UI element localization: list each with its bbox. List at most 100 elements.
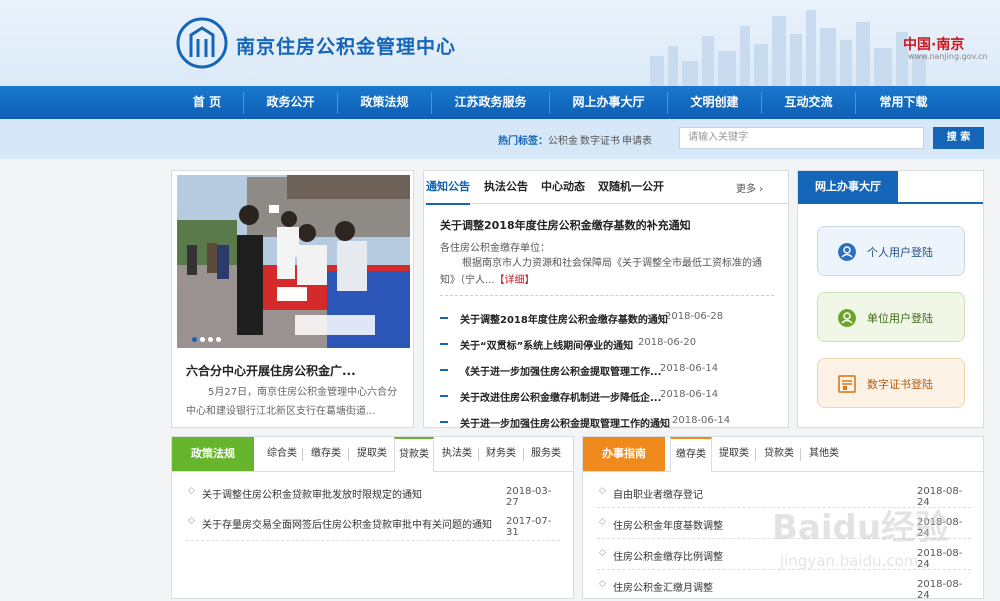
nanjing-gov-url: www.nanjing.gov.cn (908, 52, 988, 61)
notice-item[interactable]: 关于调整2018年度住房公积金缴存基数的通知 2018-06-28 (440, 309, 780, 327)
detail-link[interactable]: 【详细】 (495, 275, 535, 286)
personal-login-label: 个人用户登陆 (867, 246, 933, 259)
policy-item-date: 2017-07-31 (506, 516, 552, 538)
notice-item[interactable]: 关于“双贯标”系统上线期间停业的通知 2018-06-20 (440, 335, 780, 353)
policy-tab-enforcement[interactable]: 执法类 (442, 437, 472, 471)
search-input[interactable]: 请输入关键字 (679, 127, 924, 149)
featured-notice-recipient: 各住房公积金缴存单位： (440, 243, 550, 254)
carousel-dot[interactable] (208, 337, 213, 342)
policy-item-date: 2018-03-27 (506, 486, 552, 508)
personal-login-button[interactable]: 个人用户登陆 (817, 226, 965, 276)
policy-tab-loan[interactable]: 贷款类 (394, 437, 434, 472)
online-hall-panel: 网上办事大厅 个人用户登陆 单位用户登陆 数字证书登陆 (797, 170, 984, 428)
carousel-headline[interactable]: 六合分中心开展住房公积金广... (186, 362, 406, 379)
guide-tab-other[interactable]: 其他类 (809, 437, 839, 471)
hot-tag-gongjijin[interactable]: 公积金 (548, 132, 578, 147)
nav-item-interaction[interactable]: 互动交流 (762, 86, 855, 119)
user-icon (838, 243, 856, 261)
policy-item-title[interactable]: 关于调整住房公积金贷款审批发放时限规定的通知 (202, 486, 422, 501)
notice-tabs: 通知公告 执法公告 中心动态 双随机一公开 更多 › (424, 171, 788, 205)
news-photo[interactable] (177, 175, 410, 348)
notice-item[interactable]: 《关于进一步加强住房公积金提取管理工作... 2018-06-14 (440, 361, 780, 379)
guide-tab-withdraw[interactable]: 提取类 (719, 437, 749, 471)
diamond-icon: ◇ (599, 579, 606, 589)
policy-tab-bar: 政策法规 综合类 缴存类 提取类 贷款类 执法类 财务类 服务类 (172, 437, 573, 472)
guide-item[interactable]: ◇ 自由职业者缴存登记 2018-08-24 (599, 484, 973, 508)
guide-item[interactable]: ◇ 住房公积金汇缴月调整 2018-08-24 (599, 577, 973, 601)
policy-tab-withdraw[interactable]: 提取类 (357, 437, 387, 471)
policy-tab-deposit[interactable]: 缴存类 (311, 437, 341, 471)
nav-item-civilization[interactable]: 文明创建 (668, 86, 761, 119)
diamond-icon: ◇ (188, 486, 195, 496)
guide-item-title[interactable]: 住房公积金汇缴月调整 (613, 579, 713, 594)
carousel-dot-active[interactable] (192, 337, 197, 342)
guide-item-date: 2018-08-24 (917, 579, 963, 601)
nav-item-downloads[interactable]: 常用下载 (856, 86, 951, 119)
guide-tab-deposit[interactable]: 缴存类 (670, 437, 712, 472)
carousel-dot[interactable] (200, 337, 205, 342)
carousel-summary: 5月27日，南京住房公积金管理中心六合分中心和建设银行江北新区支行在葛塘街道..… (186, 387, 398, 417)
site-title[interactable]: 南京住房公积金管理中心 (236, 32, 456, 59)
notice-item-title[interactable]: 关于调整2018年度住房公积金缴存基数的通知 (460, 311, 668, 326)
notice-item-title[interactable]: 关于进一步加强住房公积金提取管理工作的通知 (460, 415, 670, 430)
nav-item-online-hall[interactable]: 网上办事大厅 (550, 86, 667, 119)
guide-item[interactable]: ◇ 住房公积金年度基数调整 2018-08-24 (599, 515, 973, 539)
tab-double-random[interactable]: 双随机一公开 (598, 171, 664, 203)
notice-item[interactable]: 关于进一步加强住房公积金提取管理工作的通知 2018-06-14 (440, 413, 780, 431)
nav-item-policy[interactable]: 政策法规 (338, 86, 431, 119)
certificate-login-button[interactable]: 数字证书登陆 (817, 358, 965, 408)
policy-tab-service[interactable]: 服务类 (531, 437, 561, 471)
policy-item[interactable]: ◇ 关于存量房交易全面网签后住房公积金贷款审批中有关问题的通知 2017-07-31 (188, 514, 562, 538)
bullet-icon (440, 395, 448, 397)
guide-item-title[interactable]: 自由职业者缴存登记 (613, 486, 703, 501)
nav-item-gov-affairs[interactable]: 政务公开 (244, 86, 337, 119)
diamond-icon: ◇ (188, 516, 195, 526)
guide-tab-loan[interactable]: 贷款类 (764, 437, 794, 471)
certificate-icon (838, 375, 856, 393)
hot-tags-label: 热门标签： (498, 136, 548, 147)
tab-center-news[interactable]: 中心动态 (541, 171, 585, 203)
tab-divider (800, 448, 801, 461)
carousel-dot[interactable] (216, 337, 221, 342)
tab-notices[interactable]: 通知公告 (426, 171, 470, 205)
policy-tab-finance[interactable]: 财务类 (486, 437, 516, 471)
featured-notice-body: 根据南京市人力资源和社会保障局《关于调整全市最低工资标准的通知》（宁人...【详… (440, 255, 776, 289)
tab-divider (755, 448, 756, 461)
guide-tab-bar: 办事指南 缴存类 提取类 贷款类 其他类 (583, 437, 983, 472)
hpf-logo-icon[interactable] (176, 17, 228, 69)
hot-tag-digital-cert[interactable]: 数字证书 (580, 132, 620, 147)
tab-enforcement[interactable]: 执法公告 (484, 171, 528, 203)
notice-item-date: 2018-06-14 (660, 363, 719, 374)
featured-notice-title[interactable]: 关于调整2018年度住房公积金缴存基数的补充通知 (440, 217, 691, 233)
guide-item[interactable]: ◇ 住房公积金缴存比例调整 2018-08-24 (599, 546, 973, 570)
policy-item-title[interactable]: 关于存量房交易全面网签后住房公积金贷款审批中有关问题的通知 (202, 516, 492, 531)
search-button[interactable]: 搜 索 (933, 127, 984, 149)
guide-divider (597, 569, 971, 571)
nav-item-home[interactable]: 首 页 (171, 86, 243, 119)
guide-item-title[interactable]: 住房公积金年度基数调整 (613, 517, 723, 532)
tab-divider (523, 448, 524, 461)
city-skyline-image (650, 10, 926, 86)
company-login-label: 单位用户登陆 (867, 312, 933, 325)
policy-item[interactable]: ◇ 关于调整住房公积金贷款审批发放时限规定的通知 2018-03-27 (188, 484, 562, 508)
online-hall-header-line (798, 202, 983, 204)
policy-tab-general[interactable]: 综合类 (267, 437, 297, 471)
online-hall-header[interactable]: 网上办事大厅 (798, 171, 898, 203)
notice-item-date: 2018-06-28 (665, 311, 724, 322)
hot-tag-application-form[interactable]: 申请表 (622, 132, 652, 147)
policy-section-label[interactable]: 政策法规 (172, 437, 254, 471)
notice-item-title[interactable]: 关于改进住房公积金缴存机制进一步降低企... (460, 389, 661, 404)
bullet-icon (440, 421, 448, 423)
policy-panel: 政策法规 综合类 缴存类 提取类 贷款类 执法类 财务类 服务类 ◇ 关于调整住房… (171, 436, 574, 599)
more-link[interactable]: 更多 › (736, 180, 763, 195)
company-login-button[interactable]: 单位用户登陆 (817, 292, 965, 342)
diamond-icon: ◇ (599, 548, 606, 558)
guide-section-label[interactable]: 办事指南 (583, 437, 665, 471)
notice-item[interactable]: 关于改进住房公积金缴存机制进一步降低企... 2018-06-14 (440, 387, 780, 405)
notice-item-title[interactable]: 关于“双贯标”系统上线期间停业的通知 (460, 337, 633, 352)
guide-item-date: 2018-08-24 (917, 548, 963, 570)
china-nanjing-logo[interactable]: 中国·南京 (903, 34, 964, 54)
notice-item-title[interactable]: 《关于进一步加强住房公积金提取管理工作... (460, 363, 661, 378)
nav-item-jiangsu-services[interactable]: 江苏政务服务 (432, 86, 549, 119)
guide-item-title[interactable]: 住房公积金缴存比例调整 (613, 548, 723, 563)
